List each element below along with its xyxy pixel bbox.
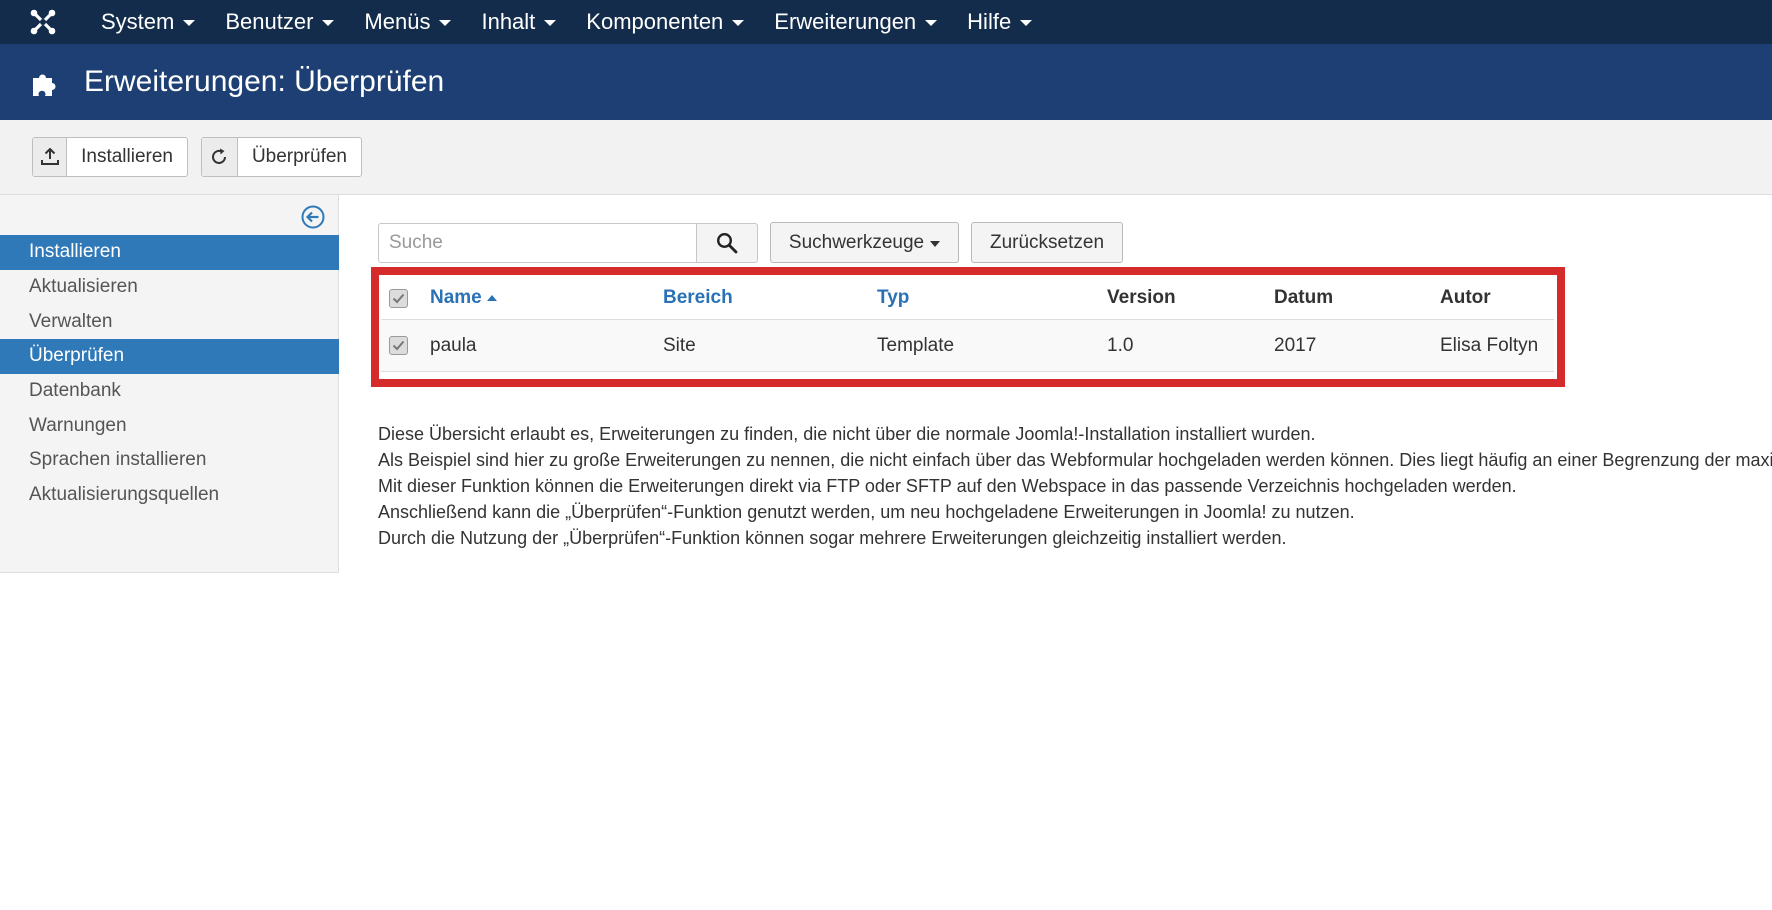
install-button-label: Installieren [81,146,173,167]
cell-name: paula [430,334,477,356]
table-row[interactable]: paula Site Template 1.0 2017 Elisa Folty… [381,320,1554,372]
caret-down-icon [732,20,745,26]
menu-users[interactable]: Benutzer [210,0,349,44]
sidebar-item-manage[interactable]: Verwalten [0,304,339,339]
sidebar-item-database[interactable]: Datenbank [0,374,339,409]
checkmark-icon [392,293,405,303]
search-tools-label: Suchwerkzeuge [788,231,925,253]
caret-down-icon [1020,20,1033,26]
sidebar-item-discover[interactable]: Überprüfen [0,339,339,374]
column-header-date: Datum [1274,287,1334,308]
sidebar-item-update[interactable]: Aktualisieren [0,270,339,305]
caret-down-icon [439,20,452,26]
caret-down-icon [544,20,557,26]
page-title: Erweiterungen: Überprüfen [84,65,445,98]
cell-area: Site [663,334,696,356]
cell-author: Elisa Foltyn [1440,334,1539,356]
row-select-cell [389,320,408,371]
menu-extensions[interactable]: Erweiterungen [759,0,952,44]
sidebar-list: Installieren Aktualisieren Verwalten Übe… [0,235,339,513]
description-text: Diese Übersicht erlaubt es, Erweiterunge… [378,421,1772,551]
page-header: Erweiterungen: Überprüfen [0,44,1772,120]
description-line: Mit dieser Funktion können die Erweiteru… [378,476,1517,496]
caret-down-icon [925,20,938,26]
menu-content[interactable]: Inhalt [466,0,571,44]
column-label: Name [430,287,482,308]
row-checkbox[interactable] [389,336,408,355]
checkmark-icon [392,340,405,351]
description-line: Diese Übersicht erlaubt es, Erweiterunge… [378,424,1316,444]
menu-label: Komponenten [586,9,724,34]
discover-button[interactable]: Überprüfen [201,137,362,177]
description-line: Durch die Nutzung der „Überprüfen“-Funkt… [378,528,1287,548]
caret-down-icon [183,20,196,26]
column-header-area[interactable]: Bereich [663,277,733,319]
search-bar [378,223,758,263]
menu-label: Benutzer [225,9,314,34]
column-header-type[interactable]: Typ [877,277,909,319]
sidebar: Installieren Aktualisieren Verwalten Übe… [0,195,339,573]
menu-label: Menüs [364,9,431,34]
sidebar-item-warnings[interactable]: Warnungen [0,408,339,443]
search-tools-button[interactable]: Suchwerkzeuge [770,222,959,263]
main-menu: System Benutzer Menüs Inhalt Komponenten… [86,0,1047,44]
install-button[interactable]: Installieren [32,137,188,177]
column-header-version: Version [1107,287,1176,308]
discover-button-label: Überprüfen [251,146,347,167]
reset-button-label: Zurücksetzen [989,231,1105,253]
select-all-cell [389,277,408,319]
table-header-row: Name Bereich Typ Version Datum Autor [381,277,1554,320]
puzzle-icon [30,62,84,102]
search-input[interactable] [378,223,696,263]
column-header-name[interactable]: Name [430,277,497,319]
menu-label: Hilfe [967,9,1012,34]
toolbar: Installieren Überprüfen [0,120,1772,195]
cell-version: 1.0 [1107,334,1134,356]
sidebar-item-install-languages[interactable]: Sprachen installieren [0,443,339,478]
sort-ascending-icon [486,295,497,301]
joomla-logo-icon[interactable] [0,0,86,44]
sidebar-item-install[interactable]: Installieren [0,235,339,270]
top-navbar: System Benutzer Menüs Inhalt Komponenten… [0,0,1772,44]
column-header-author: Autor [1440,287,1491,308]
results-table: Name Bereich Typ Version Datum Autor pau… [381,277,1554,372]
upload-icon [33,138,68,176]
menu-menus[interactable]: Menüs [349,0,466,44]
search-icon [716,232,738,254]
select-all-checkbox[interactable] [389,288,408,308]
refresh-icon [202,138,238,176]
cell-type: Template [877,334,955,356]
caret-down-icon [322,20,335,26]
sidebar-item-update-sites[interactable]: Aktualisierungsquellen [0,478,339,513]
caret-down-icon [930,240,941,247]
menu-label: System [101,9,175,34]
menu-components[interactable]: Komponenten [571,0,759,44]
menu-label: Inhalt [481,9,536,34]
cell-date: 2017 [1274,334,1317,356]
collapse-sidebar-icon[interactable] [301,205,325,229]
menu-help[interactable]: Hilfe [952,0,1047,44]
reset-button[interactable]: Zurücksetzen [971,222,1123,263]
search-button[interactable] [696,223,758,263]
description-line: Als Beispiel sind hier zu große Erweiter… [378,450,1772,470]
menu-label: Erweiterungen [774,9,917,34]
description-line: Anschließend kann die „Überprüfen“-Funkt… [378,502,1355,522]
menu-system[interactable]: System [86,0,210,44]
